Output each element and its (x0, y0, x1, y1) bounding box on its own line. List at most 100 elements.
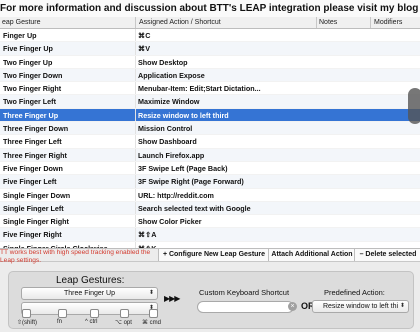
predefined-action-value: Resize window to left thi (322, 303, 399, 310)
gesture-cell: Three Finger Right (3, 150, 67, 160)
gesture-cell: Five Finger Right (3, 230, 62, 240)
row-divider (135, 188, 136, 201)
fn-checkbox[interactable] (58, 309, 67, 318)
row-divider (135, 201, 136, 215)
row-divider (135, 82, 136, 95)
row-divider (135, 55, 136, 68)
table-row[interactable]: Finger Up ⌘C (0, 29, 420, 43)
action-cell: Show Dashboard (138, 137, 197, 147)
action-cell: Show Color Picker (138, 217, 202, 227)
leap-gestures-label: Leap Gestures: (56, 275, 125, 286)
table-row[interactable]: Two Finger Down Application Expose (0, 68, 420, 83)
gesture-cell: Three Finger Left (3, 137, 62, 147)
table-row[interactable]: Five Finger Up ⌘V (0, 42, 420, 56)
action-cell: URL: http://reddit.com (138, 190, 214, 200)
gesture-popup[interactable]: Three Finger Up ⬍ (21, 287, 158, 300)
table-row[interactable]: Three Finger Up Resize window to left thi… (0, 108, 420, 123)
table-row[interactable]: Two Finger Right Menubar-Item: Edit;Start… (0, 82, 420, 96)
action-cell: ⌘⇧A (138, 230, 157, 240)
row-divider (135, 29, 136, 42)
predefined-action-popup[interactable]: Resize window to left thi ⬍ (312, 300, 409, 313)
gesture-cell: Three Finger Down (3, 124, 69, 134)
gesture-cell: Two Finger Right (3, 84, 62, 94)
table-row[interactable]: Five Finger Left 3F Swipe Right (Page For… (0, 175, 420, 189)
gesture-cell: Three Finger Up (3, 110, 59, 120)
opt-checkbox[interactable] (120, 309, 129, 318)
opt-label: ⌥ opt (115, 320, 132, 326)
action-cell: Application Expose (138, 70, 205, 80)
row-divider (135, 215, 136, 228)
row-divider (135, 122, 136, 135)
row-divider (135, 68, 136, 82)
gesture-popup-value: Three Finger Up (64, 290, 115, 297)
table-row[interactable]: Five Finger Right ⌘⇧A (0, 228, 420, 242)
attach-action-button[interactable]: Attach Additional Action (268, 249, 355, 261)
column-notes[interactable]: Notes (319, 17, 337, 28)
column-modifiers[interactable]: Modifiers (374, 17, 402, 28)
table-row[interactable]: Five Finger Down 3F Swipe Left (Page Back… (0, 161, 420, 176)
shortcut-field[interactable] (197, 301, 294, 313)
table-row[interactable]: Three Finger Left Show Dashboard (0, 135, 420, 149)
action-cell: Show Desktop (138, 57, 188, 67)
row-divider (135, 95, 136, 108)
shift-checkbox[interactable] (22, 309, 31, 318)
table-row[interactable]: Single Finger Left Search selected text w… (0, 201, 420, 216)
table-row[interactable]: Single Finger Right Show Color Picker (0, 215, 420, 229)
tracking-hint: TT works best with high speed tracking e… (0, 249, 151, 264)
row-divider (135, 135, 136, 148)
gesture-cell: Five Finger Left (3, 177, 57, 187)
arrow-indicator-icon: ▶▶▶ (164, 294, 181, 303)
action-cell: ⌘C (138, 31, 151, 40)
gesture-cell: Single Finger Right (3, 217, 69, 227)
scroll-thumb[interactable] (408, 88, 420, 124)
ctrl-label: ^ ctrl (85, 319, 98, 325)
gesture-config-panel: Leap Gestures: Three Finger Up ⬍ ⬍ ▶▶▶ C… (8, 271, 414, 329)
row-divider (135, 148, 136, 161)
column-action[interactable]: Assigned Action / Shortcut (139, 17, 221, 28)
cmd-label: ⌘ cmd (142, 320, 162, 326)
action-cell: Resize window to left third (138, 110, 229, 120)
action-cell: Maximize Window (138, 97, 200, 107)
table-header: eap Gesture Assigned Action / Shortcut N… (0, 17, 420, 29)
table-row[interactable]: Single Finger Down URL: http://reddit.com (0, 188, 420, 202)
gesture-cell: Two Finger Left (3, 97, 56, 107)
column-gesture[interactable]: eap Gesture (2, 17, 41, 28)
shortcut-label: Custom Keyboard Shortcut (199, 288, 290, 297)
table-body: Finger Up ⌘C Five Finger Up ⌘V Two Finger Up… (0, 29, 420, 248)
gesture-cell: Five Finger Up (3, 44, 53, 54)
action-cell: Menubar-Item: Edit;Start Dictation... (138, 84, 261, 94)
ctrl-checkbox[interactable] (90, 309, 99, 318)
gesture-table: eap Gesture Assigned Action / Shortcut N… (0, 17, 420, 248)
gesture-cell: Two Finger Up (3, 57, 53, 67)
gesture-cell: Two Finger Down (3, 70, 63, 80)
table-row[interactable]: Three Finger Right Launch Firefox.app (0, 148, 420, 162)
popup-arrows-icon: ⬍ (399, 303, 405, 309)
predefined-action-label: Predefined Action: (324, 288, 385, 297)
action-cell: 3F Swipe Left (Page Back) (138, 163, 228, 173)
configure-gesture-button[interactable]: + Configure New Leap Gesture (158, 249, 269, 261)
table-row[interactable]: Two Finger Up Show Desktop (0, 55, 420, 69)
gesture-cell: Single Finger Down (3, 190, 71, 200)
action-cell: ⌘V (138, 44, 150, 54)
row-divider (135, 175, 136, 188)
gesture-cell: Single Finger Left (3, 203, 64, 213)
table-button-bar: TT works best with high speed tracking e… (0, 248, 420, 264)
action-cell: Mission Control (138, 124, 193, 134)
table-row[interactable]: Two Finger Left Maximize Window (0, 95, 420, 109)
gesture-cell: Five Finger Down (3, 163, 63, 173)
popup-arrows-icon: ⬍ (148, 290, 154, 296)
action-cell: Search selected text with Google (138, 203, 251, 213)
delete-selected-button[interactable]: – Delete selected (354, 249, 420, 261)
action-cell: 3F Swipe Right (Page Forward) (138, 177, 244, 187)
action-cell: Launch Firefox.app (138, 150, 205, 160)
row-divider (135, 108, 136, 122)
row-divider (135, 228, 136, 241)
clear-shortcut-icon[interactable]: × (288, 302, 297, 311)
table-row[interactable]: Three Finger Down Mission Control (0, 122, 420, 136)
blog-link-banner[interactable]: For more information and discussion abou… (0, 0, 420, 18)
row-divider (135, 42, 136, 55)
fn-label: fn (57, 319, 63, 325)
gesture-cell: Finger Up (3, 31, 37, 40)
cmd-checkbox[interactable] (149, 309, 158, 318)
shift-label: ⇧(shift) (17, 320, 38, 326)
